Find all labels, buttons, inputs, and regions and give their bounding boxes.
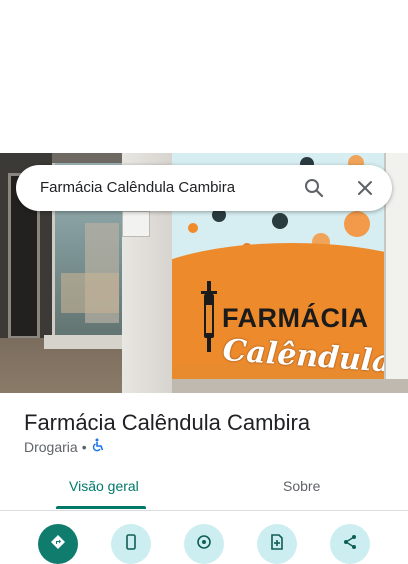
directions-button[interactable] [38,524,78,564]
directions-icon [51,535,65,549]
sign-farmacia-text: FARMÁCIA [222,303,369,333]
location-button[interactable] [184,524,224,564]
phone-button[interactable] [111,524,151,564]
search-input[interactable]: Farmácia Calêndula Cambira [40,179,235,196]
save-button[interactable] [257,524,297,564]
place-meta: Drogaria • [24,438,105,455]
pharmacy-logo-icon [201,281,217,352]
map-blank-area [0,0,408,153]
search-bar[interactable]: Farmácia Calêndula Cambira [16,165,392,211]
place-title: Farmácia Calêndula Cambira [24,410,311,435]
tab-visao-geral[interactable]: Visão geral [69,478,139,494]
photo-step [44,335,124,349]
meta-separator: • [81,438,87,455]
tab-sobre[interactable]: Sobre [283,478,320,494]
tab-bar: Visão geral Sobre [0,470,408,511]
close-icon[interactable] [353,176,377,200]
location-pin-icon [197,535,211,549]
place-category[interactable]: Drogaria [24,439,78,455]
save-icon [271,534,283,550]
search-icon[interactable] [302,176,326,200]
phone-icon [126,534,136,550]
share-button[interactable] [330,524,370,564]
wheelchair-icon [91,438,105,455]
active-tab-indicator [56,506,146,509]
share-icon [344,535,356,549]
